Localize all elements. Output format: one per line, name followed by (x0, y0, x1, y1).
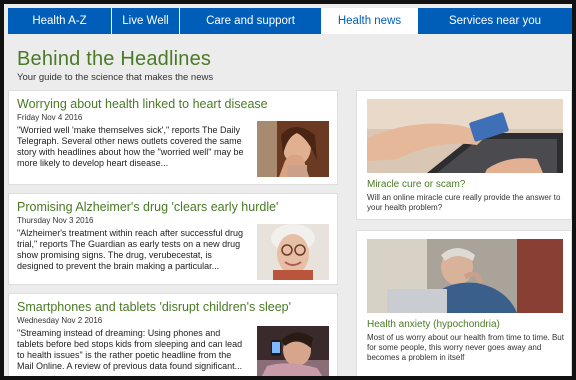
anxious-man-photo[interactable] (367, 239, 563, 313)
article-title-link[interactable]: Promising Alzheimer's drug 'clears early… (17, 200, 278, 214)
tab-health-a-z[interactable]: Health A-Z (8, 8, 112, 34)
top-nav: Health A-Z Live Well Care and support He… (8, 8, 572, 34)
sidebar-title-link[interactable]: Health anxiety (hypochondria) (367, 319, 500, 330)
article-card[interactable]: Smartphones and tablets 'disrupt childre… (8, 293, 338, 376)
worried-woman-photo[interactable] (257, 121, 329, 177)
page-header: Behind the Headlines Your guide to the s… (17, 48, 213, 83)
article-summary: "Streaming instead of dreaming: Using ph… (17, 328, 243, 371)
credit-card-laptop-photo[interactable] (367, 99, 563, 173)
article-date: Wednesday Nov 2 2016 (17, 316, 103, 325)
page-frame: Health A-Z Live Well Care and support He… (0, 0, 576, 380)
article-summary: "Alzheimer's treatment within reach afte… (17, 228, 244, 271)
sidebar-card[interactable]: Health anxiety (hypochondria) Most of us… (356, 230, 572, 376)
article-card[interactable]: Worrying about health linked to heart di… (8, 90, 338, 185)
page-subtitle: Your guide to the science that makes the… (17, 72, 214, 83)
tab-health-news[interactable]: Health news (322, 8, 418, 34)
article-summary: "Worried well 'make themselves sick'," r… (17, 125, 244, 168)
article-date: Friday Nov 4 2016 (17, 113, 83, 122)
article-title-link[interactable]: Worrying about health linked to heart di… (17, 97, 268, 111)
article-date: Thursday Nov 3 2016 (17, 216, 94, 225)
child-with-phone-photo[interactable] (257, 326, 329, 376)
sidebar-text: Will an online miracle cure really provi… (367, 193, 561, 212)
elderly-woman-photo[interactable] (257, 224, 329, 280)
sidebar-card[interactable]: Miracle cure or scam? Will an online mir… (356, 90, 572, 220)
sidebar-text: Most of us worry about our health from t… (367, 333, 564, 362)
tab-services-near-you[interactable]: Services near you (418, 8, 572, 34)
tab-care-and-support[interactable]: Care and support (180, 8, 322, 34)
page-title: Behind the Headlines (17, 48, 212, 70)
article-title-link[interactable]: Smartphones and tablets 'disrupt childre… (17, 300, 291, 314)
tab-live-well[interactable]: Live Well (112, 8, 180, 34)
sidebar-title-link[interactable]: Miracle cure or scam? (367, 179, 465, 190)
article-card[interactable]: Promising Alzheimer's drug 'clears early… (8, 193, 338, 285)
